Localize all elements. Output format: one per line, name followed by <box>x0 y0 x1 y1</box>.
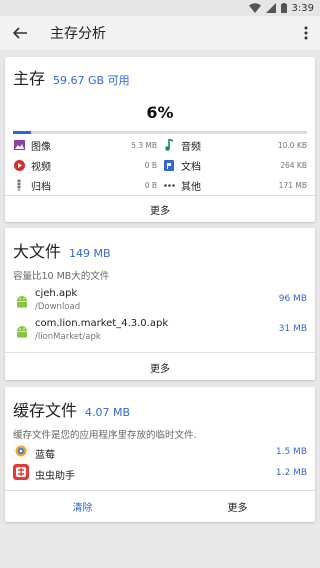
category-size: 171 MB <box>278 180 307 190</box>
overflow-menu-button[interactable] <box>292 16 320 50</box>
category-size: 0 B <box>144 160 157 170</box>
storage-percent: 6% <box>146 103 174 122</box>
category-size: 0 B <box>144 180 157 190</box>
cache-app-size: 1.2 MB <box>275 468 307 478</box>
large-files-total: 149 MB <box>69 247 111 260</box>
large-files-card: 大文件 149 MB 容量比10 MB大的文件 cjeh.apk /Downlo… <box>5 228 315 380</box>
category-label: 音频 <box>181 141 201 153</box>
battery-icon <box>280 3 287 13</box>
file-row[interactable]: com.lion.market_4.3.0.apk /lionMarket/ap… <box>13 316 307 346</box>
category-audio[interactable]: 音频 10.0 KB <box>163 138 307 153</box>
status-bar: 3:39 <box>0 0 320 16</box>
wifi-icon <box>248 3 261 13</box>
music-note-icon <box>163 139 175 151</box>
toolbar: 主存分析 <box>0 16 320 50</box>
chongchong-app-icon <box>13 464 29 480</box>
storage-available: 59.67 GB 可用 <box>53 74 130 87</box>
cache-clear-button[interactable]: 清除 <box>5 499 160 514</box>
category-images[interactable]: 图像 5.3 MB <box>13 138 157 153</box>
file-size: 96 MB <box>278 294 307 304</box>
cache-more-button[interactable]: 更多 <box>160 499 315 514</box>
category-label: 图像 <box>31 141 51 153</box>
divider <box>5 195 315 196</box>
large-files-more-button[interactable]: 更多 <box>5 360 315 375</box>
cache-description: 缓存文件是您的应用程序里存放的临时文件. <box>13 430 197 441</box>
divider <box>5 490 315 491</box>
storage-card: 主存 59.67 GB 可用 6% 图像 5.3 MB 音频 10.0 KB 视… <box>5 57 315 222</box>
file-name: com.lion.market_4.3.0.apk <box>35 318 169 329</box>
storage-more-button[interactable]: 更多 <box>5 202 315 217</box>
category-label: 其他 <box>181 181 201 193</box>
signal-icon <box>265 3 276 13</box>
arrow-back-icon <box>13 27 27 39</box>
android-icon <box>17 326 27 338</box>
more-dots-icon <box>163 179 175 191</box>
large-files-description: 容量比10 MB大的文件 <box>13 271 110 282</box>
storage-title: 主存 <box>13 69 46 88</box>
category-label: 视频 <box>31 161 51 173</box>
category-size: 264 KB <box>280 160 307 170</box>
cache-app-size: 1.5 MB <box>275 447 307 457</box>
large-files-title: 大文件 <box>13 242 62 261</box>
cache-card: 缓存文件 4.07 MB 缓存文件是您的应用程序里存放的临时文件. 蓝莓 1.5… <box>5 387 315 522</box>
storage-progress-bar <box>13 131 307 134</box>
file-size: 31 MB <box>278 324 307 334</box>
cache-app-row[interactable]: 虫虫助手 1.2 MB <box>13 463 307 483</box>
cache-total: 4.07 MB <box>85 406 131 419</box>
category-label: 文档 <box>181 161 201 173</box>
storage-progress-fill <box>13 131 31 134</box>
divider <box>5 352 315 353</box>
category-other[interactable]: 其他 171 MB <box>163 178 307 193</box>
zipper-icon <box>13 179 25 191</box>
cache-title: 缓存文件 <box>13 401 78 420</box>
cache-app-name: 虫虫助手 <box>35 471 75 482</box>
back-button[interactable] <box>0 16 40 50</box>
video-play-icon <box>13 159 25 171</box>
lanmei-app-icon <box>13 443 29 459</box>
page-title: 主存分析 <box>50 26 106 42</box>
file-path: /lionMarket/apk <box>35 332 101 342</box>
document-icon <box>163 159 175 171</box>
category-archives[interactable]: 归档 0 B <box>13 178 157 193</box>
cache-app-row[interactable]: 蓝莓 1.5 MB <box>13 442 307 462</box>
category-size: 5.3 MB <box>131 140 157 150</box>
file-row[interactable]: cjeh.apk /Download 96 MB <box>13 286 307 316</box>
file-name: cjeh.apk <box>35 288 78 299</box>
file-path: /Download <box>35 302 81 312</box>
more-vert-icon <box>304 26 308 40</box>
category-label: 归档 <box>31 181 51 193</box>
category-video[interactable]: 视频 0 B <box>13 158 157 173</box>
status-time: 3:39 <box>291 2 314 14</box>
image-icon <box>13 139 25 151</box>
category-documents[interactable]: 文档 264 KB <box>163 158 307 173</box>
cache-app-name: 蓝莓 <box>35 450 55 461</box>
android-icon <box>17 296 27 308</box>
category-size: 10.0 KB <box>277 140 307 150</box>
